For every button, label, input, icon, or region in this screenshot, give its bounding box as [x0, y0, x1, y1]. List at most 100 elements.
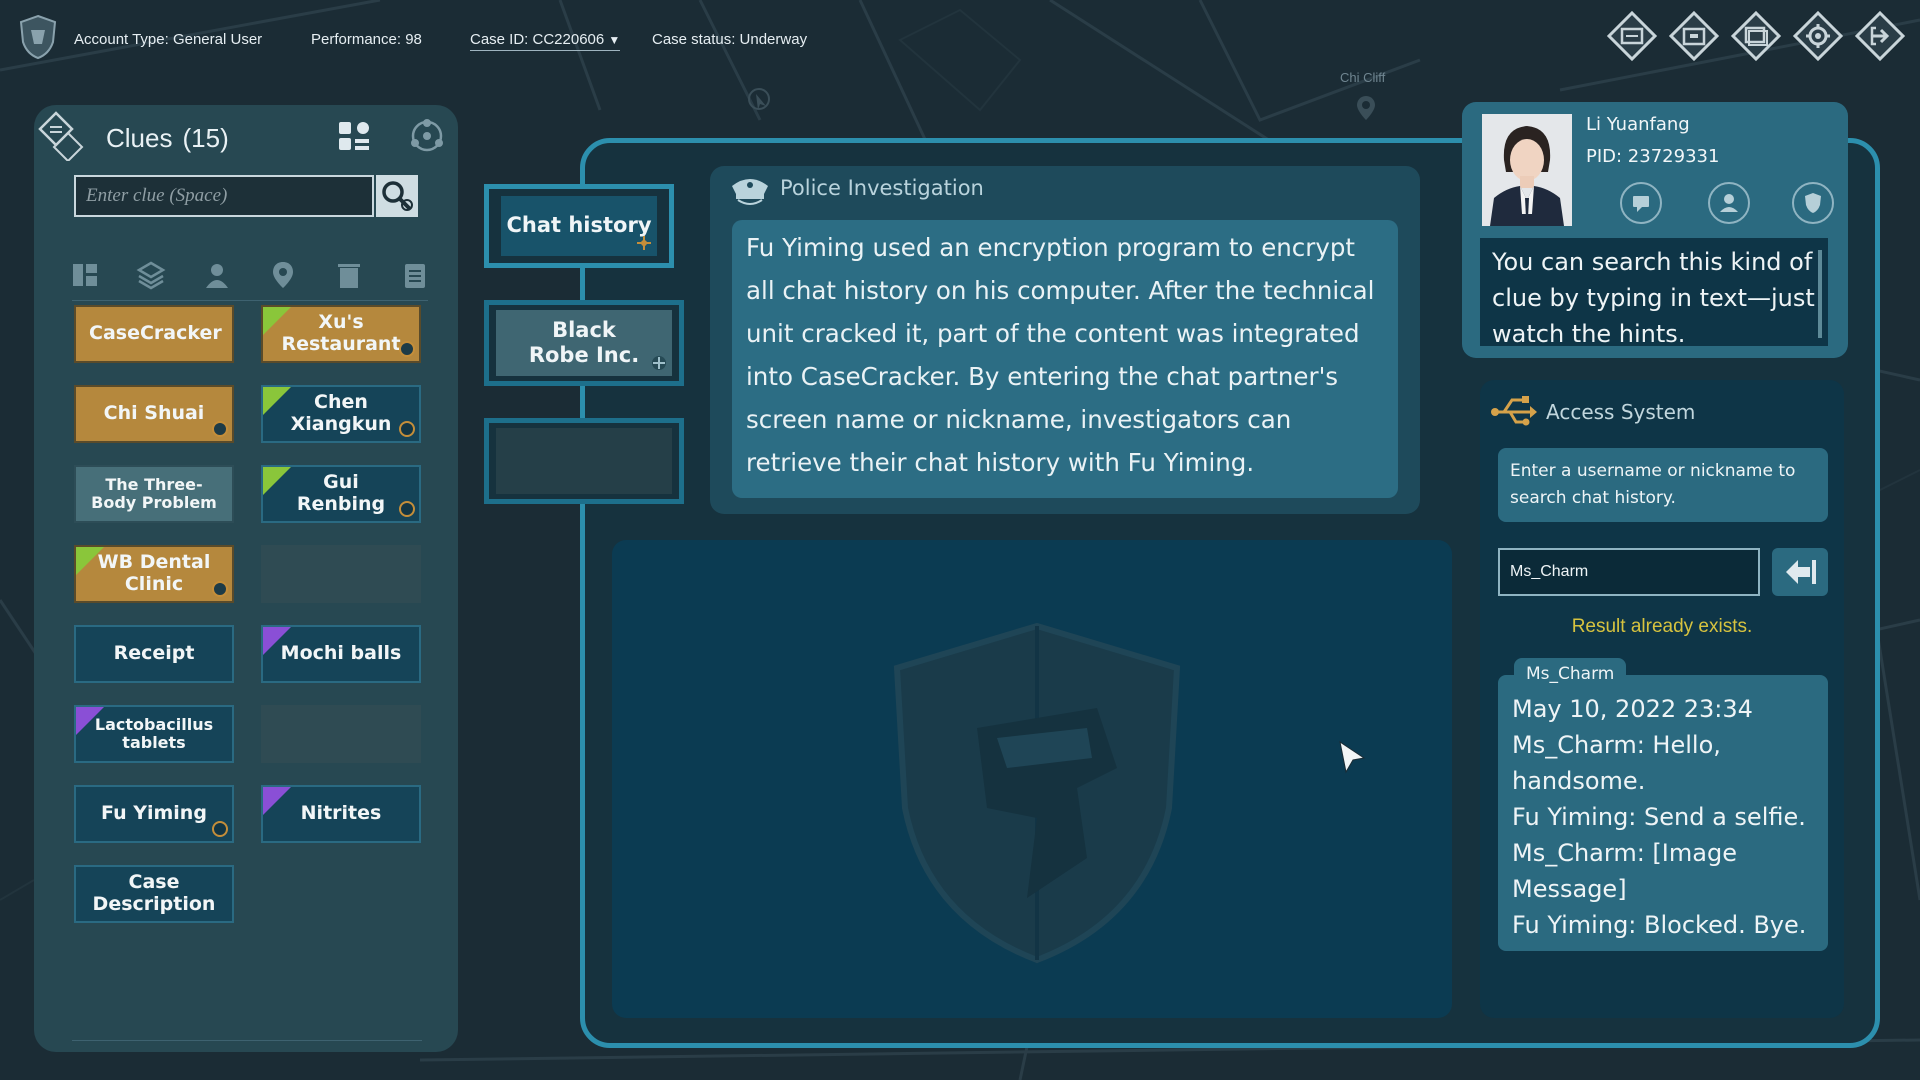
chat-line: Fu Yiming: Send a selfie.: [1512, 803, 1806, 831]
clue-card[interactable]: Fu Yiming: [74, 785, 234, 843]
clue-card[interactable]: The Three-Body Problem: [74, 465, 234, 523]
linked-clue-icon: [399, 501, 415, 517]
clue-card[interactable]: Lactobacillus tablets: [74, 705, 234, 763]
tab-chat-history[interactable]: Chat history: [484, 184, 674, 268]
message-button[interactable]: [1620, 182, 1662, 224]
result-message: Result already exists.: [1571, 616, 1753, 637]
settings-icon[interactable]: [1792, 10, 1844, 62]
clue-card[interactable]: Gui Renbing: [261, 465, 421, 523]
document-icon[interactable]: [400, 260, 430, 290]
profile-card: Li Yuanfang PID: 23729331 You can search…: [1462, 102, 1848, 358]
clue-card[interactable]: Nitrites: [261, 785, 421, 843]
clue-search-input[interactable]: [76, 177, 372, 215]
clue-label: Xu's Restaurant: [281, 311, 401, 355]
clue-card[interactable]: Chen Xiangkun: [261, 385, 421, 443]
new-flag-icon: [263, 627, 291, 655]
enter-arrow-icon: [1786, 560, 1816, 584]
police-cap-icon: [728, 172, 772, 208]
clue-label: Chen Xiangkun: [290, 391, 392, 435]
share-icon: [652, 356, 666, 370]
new-flag-icon: [263, 787, 291, 815]
hint-box: You can search this kind of clue by typi…: [1480, 238, 1828, 346]
clue-card[interactable]: Receipt: [74, 625, 234, 683]
archive-icon[interactable]: [1668, 10, 1720, 62]
clue-card[interactable]: WB Dental Clinic: [74, 545, 234, 603]
linked-clue-icon: [399, 421, 415, 437]
network-icon[interactable]: [408, 117, 446, 155]
clues-footer-divider: [72, 1040, 422, 1041]
tab-empty-slot: [484, 418, 684, 504]
location-icon[interactable]: [268, 260, 298, 290]
clue-label: WB Dental Clinic: [97, 551, 211, 595]
chat-record: May 10, 2022 23:34 Ms_Charm: Hello, hands…: [1498, 675, 1828, 951]
submit-search-button[interactable]: [1772, 548, 1828, 596]
filter-divider: [72, 300, 428, 301]
shield-icon: [1805, 193, 1821, 213]
clue-label: Case Description: [92, 871, 216, 915]
clues-panel: Clues (15) CaseCracker Xu's Restaurant Chi …: [34, 105, 458, 1052]
clue-search-field[interactable]: [74, 175, 374, 217]
share-icon: [637, 236, 651, 250]
linked-clue-icon: [399, 341, 415, 357]
username-field[interactable]: [1498, 548, 1760, 596]
clue-card[interactable]: CaseCracker: [74, 305, 234, 363]
tab-black-robe[interactable]: Black Robe Inc.: [484, 300, 684, 386]
new-flag-icon: [263, 467, 291, 495]
case-id: Case ID: CC220606: [470, 31, 605, 48]
exit-icon[interactable]: [1854, 10, 1906, 62]
map-pointer-icon: [746, 86, 774, 114]
clue-filters: [70, 260, 430, 294]
new-flag-icon: [76, 547, 104, 575]
clues-logo-icon: [38, 111, 88, 163]
username-input[interactable]: [1500, 550, 1758, 594]
case-id-dropdown[interactable]: Case ID: CC220606 ▼: [470, 31, 621, 51]
chat-partner-tag: Ms_Charm: [1514, 658, 1627, 690]
chat-line: Fu Yiming: Blocked. Bye.: [1512, 911, 1807, 939]
account-type: Account Type: General User: [74, 31, 263, 48]
police-emblem-icon: [893, 622, 1181, 964]
tab-black-robe-label: Black Robe Inc.: [528, 317, 640, 367]
police-investigation-panel: Police Investigation Fu Yiming used an e…: [710, 166, 1420, 514]
clue-board-icon[interactable]: [337, 119, 371, 153]
chevron-down-icon: ▼: [608, 33, 621, 47]
clue-card[interactable]: Mochi balls: [261, 625, 421, 683]
profile-button[interactable]: [1708, 182, 1750, 224]
linked-clue-icon: [212, 581, 228, 597]
search-icon: [382, 181, 413, 211]
trash-icon[interactable]: [334, 260, 364, 290]
clue-label: CaseCracker: [89, 322, 222, 345]
clue-label: Receipt: [113, 642, 195, 665]
access-description: Enter a username or nickname to search c…: [1498, 448, 1828, 522]
new-flag-icon: [263, 307, 291, 335]
new-flag-icon: [76, 707, 104, 735]
clue-label: Nitrites: [300, 802, 382, 825]
hint-scrollbar[interactable]: [1818, 250, 1822, 338]
clue-card[interactable]: Case Description: [74, 865, 234, 923]
access-title: Access System: [1546, 400, 1696, 424]
access-system-panel: Access System Enter a username or nickna…: [1480, 380, 1844, 1018]
clue-search-button[interactable]: [376, 175, 418, 217]
clue-card[interactable]: Chi Shuai: [74, 385, 234, 443]
chat-line: Ms_Charm: [Image Message]: [1512, 839, 1737, 903]
clue-empty-slot: [261, 545, 421, 603]
cursor-icon: [1337, 740, 1367, 776]
clue-media-panel: [612, 540, 1452, 1018]
layers-icon[interactable]: [136, 260, 166, 290]
clues-title: Clues (15): [106, 123, 229, 154]
person-icon[interactable]: [202, 260, 232, 290]
cards-icon[interactable]: [1730, 10, 1782, 62]
officer-name: Li Yuanfang: [1586, 114, 1690, 135]
all-icon[interactable]: [70, 260, 100, 290]
clue-empty-slot: [261, 705, 421, 763]
clue-card[interactable]: Xu's Restaurant: [261, 305, 421, 363]
clue-label: Gui Renbing: [296, 471, 386, 515]
police-badge-icon: [18, 14, 58, 60]
chat-line: Ms_Charm: Hello, handsome.: [1512, 731, 1721, 795]
performance: Performance: 98: [311, 31, 422, 48]
avatar: [1482, 114, 1572, 226]
badge-button[interactable]: [1792, 182, 1834, 224]
case-file-icon[interactable]: [1606, 10, 1658, 62]
chat-line: May 10, 2022 23:34: [1512, 695, 1753, 723]
person-icon: [1720, 194, 1738, 212]
map-pin-icon: [1356, 95, 1376, 121]
